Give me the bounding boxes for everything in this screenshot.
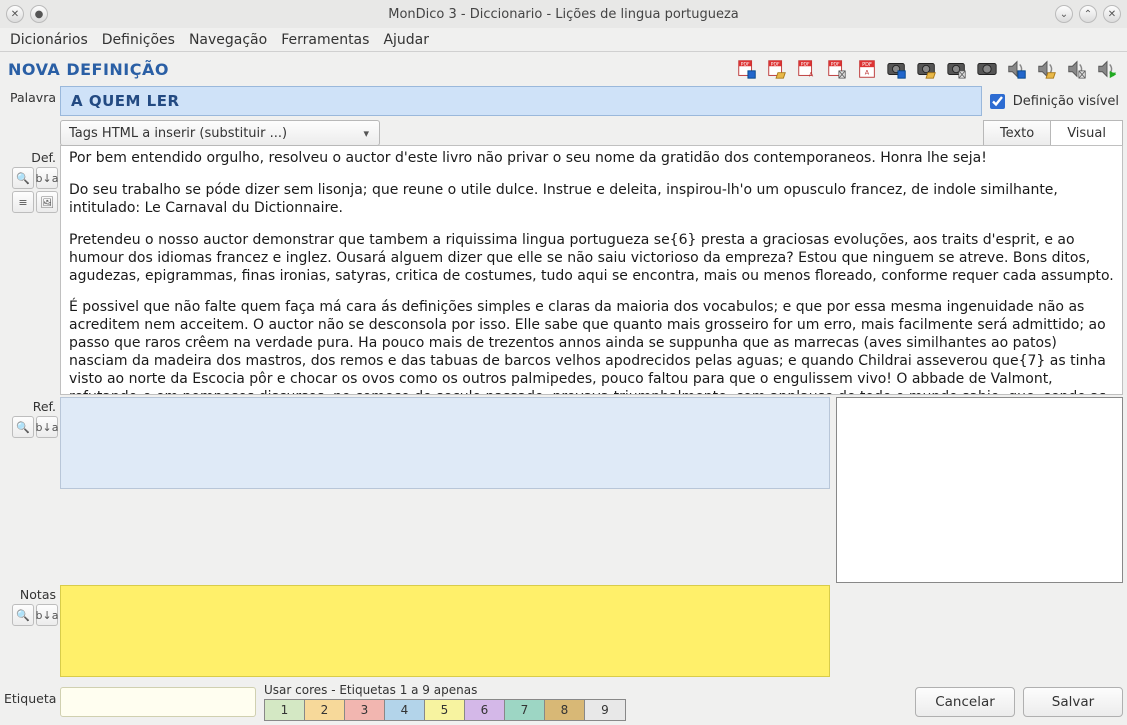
color-swatch-7[interactable]: 7 <box>505 700 545 720</box>
svg-text:PDF: PDF <box>771 61 780 67</box>
minimize-button[interactable]: ⌄ <box>1055 5 1073 23</box>
def-image-button[interactable]: 🖼 <box>36 191 58 213</box>
def-replace-button[interactable]: b↓a <box>36 167 58 189</box>
speaker-delete-icon[interactable] <box>1065 57 1089 81</box>
speaker-save-icon[interactable] <box>1005 57 1029 81</box>
camera-plain-icon[interactable] <box>975 57 999 81</box>
visible-label: Definição visível <box>1013 94 1119 109</box>
notas-replace-button[interactable]: b↓a <box>36 604 58 626</box>
maximize-button[interactable]: ⌃ <box>1079 5 1097 23</box>
ref-editor[interactable] <box>60 397 830 489</box>
camera-save-icon[interactable] <box>885 57 909 81</box>
color-swatch-4[interactable]: 4 <box>385 700 425 720</box>
color-swatch-3[interactable]: 3 <box>345 700 385 720</box>
menu-ferramentas[interactable]: Ferramentas <box>281 32 369 48</box>
camera-delete-icon[interactable] <box>945 57 969 81</box>
cancel-button[interactable]: Cancelar <box>915 687 1015 717</box>
svg-text:PDF: PDF <box>741 61 750 67</box>
svg-text:PDF: PDF <box>862 62 872 68</box>
def-para-2: Do seu trabalho se póde dizer sem lisonj… <box>69 182 1114 218</box>
svg-text:PDF: PDF <box>831 61 840 67</box>
svg-text:A: A <box>865 69 870 77</box>
def-para-1: Por bem entendido orgulho, resolveu o au… <box>69 150 1114 168</box>
header-row: NOVA DEFINIÇÃO PDF PDF PDFA PDF PDFA <box>0 52 1127 86</box>
visible-checkbox[interactable] <box>990 94 1005 109</box>
menu-definicoes[interactable]: Definições <box>102 32 175 48</box>
ref-replace-button[interactable]: b↓a <box>36 416 58 438</box>
color-swatch-2[interactable]: 2 <box>305 700 345 720</box>
colors-palette: 123456789 <box>264 699 626 721</box>
definition-editor[interactable]: Por bem entendido orgulho, resolveu o au… <box>60 145 1123 395</box>
section-title: NOVA DEFINIÇÃO <box>8 60 169 79</box>
def-para-4: É possivel que não falte quem faça má ca… <box>69 299 1114 395</box>
color-swatch-1[interactable]: 1 <box>265 700 305 720</box>
def-search-button[interactable]: 🔍 <box>12 167 34 189</box>
pdf-export-icon[interactable]: PDF A <box>795 57 819 81</box>
word-input[interactable]: A QUEM LER <box>60 86 982 116</box>
label-ref: Ref. <box>4 395 60 414</box>
menu-dicionarios[interactable]: Dicionários <box>10 32 88 48</box>
pdf-open-icon[interactable]: PDF <box>765 57 789 81</box>
tab-texto[interactable]: Texto <box>983 120 1051 146</box>
def-para-3: Pretendeu o nosso auctor demonstrar que … <box>69 232 1114 286</box>
def-lines-button[interactable]: ≡ <box>12 191 34 213</box>
tab-visual[interactable]: Visual <box>1050 120 1123 146</box>
label-etiqueta: Etiqueta <box>4 677 60 721</box>
color-swatch-8[interactable]: 8 <box>545 700 585 720</box>
camera-open-icon[interactable] <box>915 57 939 81</box>
color-swatch-9[interactable]: 9 <box>585 700 625 720</box>
svg-text:PDF: PDF <box>801 61 810 67</box>
notas-editor[interactable] <box>60 585 830 677</box>
notas-search-button[interactable]: 🔍 <box>12 604 34 626</box>
close-button[interactable]: ✕ <box>1103 5 1121 23</box>
svg-text:A: A <box>809 70 814 78</box>
pdf-plain-icon[interactable]: PDFA <box>855 57 879 81</box>
ref-search-button[interactable]: 🔍 <box>12 416 34 438</box>
save-button[interactable]: Salvar <box>1023 687 1123 717</box>
speaker-go-icon[interactable] <box>1095 57 1119 81</box>
menu-ajudar[interactable]: Ajudar <box>383 32 429 48</box>
etiqueta-input[interactable] <box>60 687 256 717</box>
color-swatch-5[interactable]: 5 <box>425 700 465 720</box>
speaker-open-icon[interactable] <box>1035 57 1059 81</box>
window-title: MonDico 3 - Diccionario - Lições de ling… <box>0 7 1127 22</box>
label-palavra: Palavra <box>4 86 60 116</box>
menu-navegacao[interactable]: Navegação <box>189 32 267 48</box>
titlebar: ✕ ● MonDico 3 - Diccionario - Lições de … <box>0 0 1127 28</box>
label-notas: Notas <box>4 583 60 602</box>
colors-label: Usar cores - Etiquetas 1 a 9 apenas <box>264 683 626 697</box>
word-value: A QUEM LER <box>71 92 180 110</box>
menubar: Dicionários Definições Navegação Ferrame… <box>0 28 1127 52</box>
pin-button[interactable]: ● <box>30 5 48 23</box>
pdf-save-icon[interactable]: PDF <box>735 57 759 81</box>
preview-pane <box>836 397 1123 583</box>
color-swatch-6[interactable]: 6 <box>465 700 505 720</box>
pdf-delete-icon[interactable]: PDF <box>825 57 849 81</box>
app-menu-button[interactable]: ✕ <box>6 5 24 23</box>
label-def: Def. <box>4 146 60 165</box>
tags-dropdown-label: Tags HTML a inserir (substituir ...) <box>69 126 287 141</box>
tags-html-dropdown[interactable]: Tags HTML a inserir (substituir ...) <box>60 120 380 146</box>
